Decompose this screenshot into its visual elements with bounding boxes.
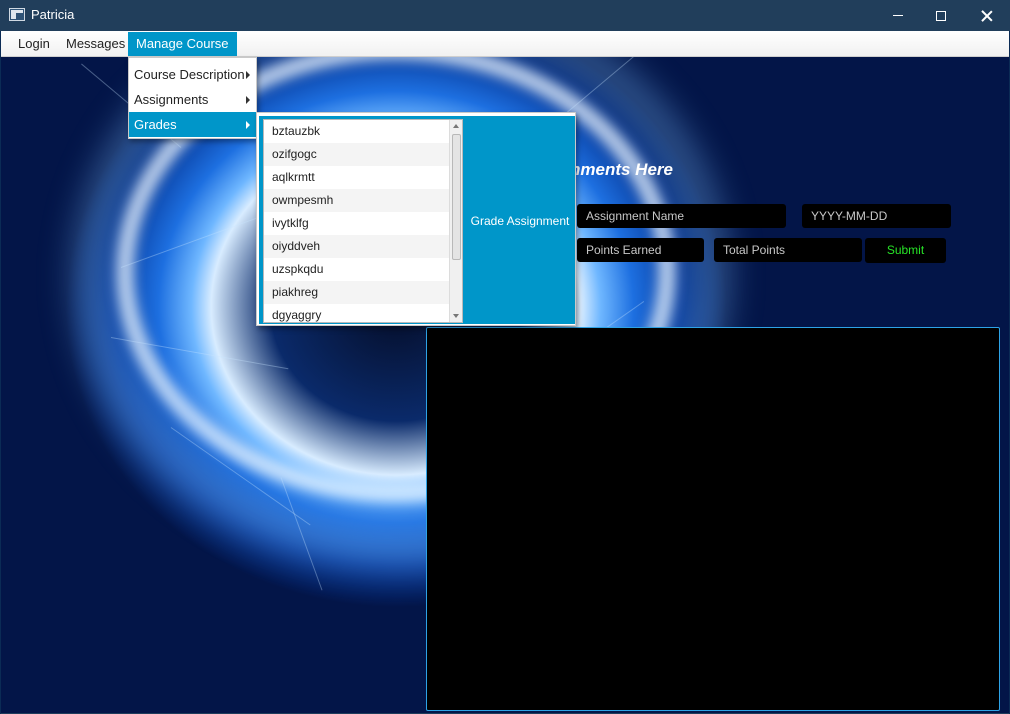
scroll-thumb[interactable] — [452, 134, 461, 260]
list-scrollbar[interactable] — [449, 120, 462, 322]
menu-login[interactable]: Login — [10, 32, 58, 56]
list-item[interactable]: dgyaggry — [264, 304, 450, 322]
output-text-area[interactable] — [426, 327, 1000, 711]
list-item[interactable]: ozifgogc — [264, 143, 450, 166]
minimize-button[interactable] — [875, 0, 921, 31]
total-points-field[interactable]: Total Points — [714, 238, 862, 262]
submenu-arrow-icon — [246, 96, 250, 104]
menu-item-label: Assignments — [134, 92, 209, 107]
menu-bar: Login Messages Manage Course — [1, 31, 1009, 57]
section-heading: nments Here — [570, 160, 673, 179]
list-item[interactable]: bztauzbk — [264, 120, 450, 143]
scroll-up-arrow-icon[interactable] — [453, 124, 459, 128]
menu-item-assignments[interactable]: Assignments — [129, 87, 256, 112]
maximize-button[interactable] — [918, 0, 964, 31]
assignment-name-field[interactable]: Assignment Name — [577, 204, 786, 228]
menu-item-course-description[interactable]: Course Description — [129, 62, 256, 87]
grades-submenu: bztauzbk ozifgogc aqlkrmtt owmpesmh ivyt… — [256, 112, 576, 326]
menu-item-label: Grades — [134, 117, 177, 132]
list-item[interactable]: uzspkqdu — [264, 258, 450, 281]
close-button[interactable] — [964, 0, 1010, 31]
submenu-arrow-icon — [246, 121, 250, 129]
title-bar: Patricia — [0, 0, 1010, 31]
submit-button[interactable]: Submit — [865, 238, 946, 263]
menu-item-grades[interactable]: Grades — [129, 112, 256, 137]
window-border-left — [0, 31, 1, 714]
close-icon — [981, 10, 993, 22]
list-item[interactable]: oiyddveh — [264, 235, 450, 258]
list-item[interactable]: piakhreg — [264, 281, 450, 304]
menu-messages[interactable]: Messages — [58, 32, 133, 56]
maximize-icon — [936, 10, 946, 21]
window-title: Patricia — [31, 7, 75, 22]
manage-course-dropdown: Course Description Assignments Grades — [128, 57, 257, 139]
scroll-down-arrow-icon[interactable] — [453, 314, 459, 318]
due-date-field[interactable]: YYYY-MM-DD — [802, 204, 951, 228]
list-item[interactable]: aqlkrmtt — [264, 166, 450, 189]
list-item[interactable]: owmpesmh — [264, 189, 450, 212]
minimize-icon — [893, 15, 903, 16]
grade-assignment-button[interactable]: Grade Assignment — [465, 210, 575, 232]
app-window-icon — [9, 8, 25, 21]
points-earned-field[interactable]: Points Earned — [577, 238, 704, 262]
submenu-arrow-icon — [246, 71, 250, 79]
menu-manage-course[interactable]: Manage Course — [128, 32, 237, 56]
grades-panel: bztauzbk ozifgogc aqlkrmtt owmpesmh ivyt… — [259, 116, 575, 324]
list-item[interactable]: ivytklfg — [264, 212, 450, 235]
menu-item-label: Course Description — [134, 67, 245, 82]
student-list[interactable]: bztauzbk ozifgogc aqlkrmtt owmpesmh ivyt… — [263, 119, 463, 323]
